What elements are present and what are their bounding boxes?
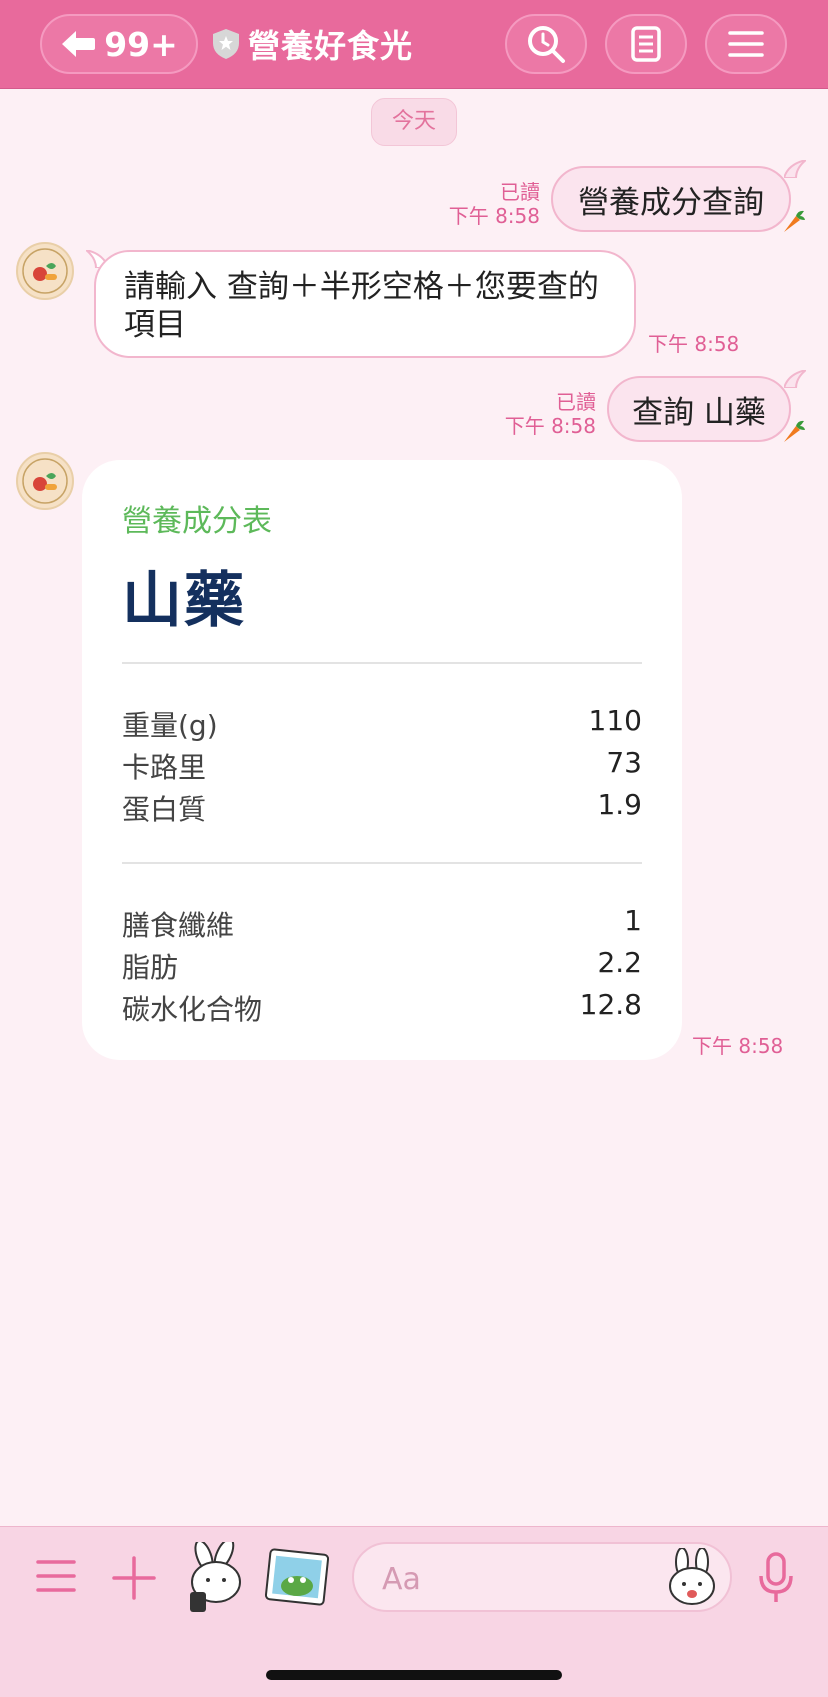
bot-avatar[interactable] (16, 242, 74, 300)
message-input[interactable]: Aa (352, 1542, 732, 1612)
message-time: 下午 8:58 (648, 332, 740, 356)
sticker-icon[interactable] (184, 1542, 250, 1614)
chat-title[interactable]: 營養好食光 (212, 22, 413, 66)
message-text: 營養成分查詢 (578, 184, 764, 221)
nutrient-value: 1.9 (597, 788, 642, 821)
message-time: 下午 8:58 (504, 414, 596, 438)
message-text-line: 項目 (124, 307, 186, 343)
image-picker-icon[interactable] (264, 1548, 330, 1608)
card-kicker: 營養成分表 (122, 504, 272, 539)
nutrient-value: 73 (606, 746, 642, 779)
carrot-icon (784, 210, 805, 232)
plus-icon[interactable] (112, 1556, 156, 1600)
card-food-name: 山藥 (122, 566, 246, 636)
nutrient-label: 重量(g) (122, 709, 218, 742)
incoming-message[interactable]: 請輸入 查詢＋半形空格＋您要查的 項目 (94, 250, 636, 358)
nutrient-value: 1 (624, 904, 642, 937)
message-text: 查詢 山藥 (632, 394, 766, 431)
nutrient-value: 2.2 (597, 946, 642, 979)
hamburger-icon (728, 31, 764, 57)
search-button[interactable] (505, 14, 587, 74)
outgoing-message[interactable]: 營養成分查詢 (551, 166, 791, 232)
message-input-placeholder: Aa (382, 1562, 421, 1597)
message-meta: 已讀 下午 8:58 (449, 180, 540, 228)
nutrient-label: 碳水化合物 (122, 993, 263, 1026)
nutrient-row: 重量(g) 110 (122, 704, 642, 746)
nutrient-value: 12.8 (579, 988, 642, 1021)
home-indicator (266, 1670, 562, 1680)
nutrient-row: 脂肪 2.2 (122, 946, 642, 988)
divider (122, 662, 642, 664)
read-receipt: 已讀 (500, 180, 540, 204)
nutrient-row: 膳食纖維 1 (122, 904, 642, 946)
bubble-tail (784, 160, 806, 178)
arrow-left-icon (62, 31, 96, 57)
date-separator: 今天 (371, 98, 457, 146)
nutrient-label: 膳食纖維 (122, 909, 235, 942)
message-text-line: 請輸入 查詢＋半形空格＋您要查的 (124, 269, 599, 305)
nutrition-card[interactable]: 營養成分表 山藥 重量(g) 110 卡路里 73 蛋白質 1.9 膳食纖維 1… (82, 460, 682, 1060)
logo-icon (22, 458, 68, 504)
bubble-tail (784, 370, 806, 388)
logo-icon (22, 248, 68, 294)
message-time: 下午 8:58 (692, 1034, 784, 1058)
menu-toggle-icon[interactable] (36, 1558, 76, 1594)
unread-count: 99+ (104, 24, 178, 64)
nutrient-label: 卡路里 (122, 751, 207, 784)
emoji-icon[interactable] (666, 1548, 718, 1608)
shield-star-icon (213, 29, 239, 59)
nutrient-label: 蛋白質 (122, 793, 207, 826)
chat-header: 99+ 營養好食光 (0, 0, 828, 89)
nutrient-value: 110 (588, 704, 642, 737)
nutrient-row: 碳水化合物 12.8 (122, 988, 642, 1030)
divider (122, 862, 642, 864)
read-receipt: 已讀 (556, 390, 596, 414)
menu-button[interactable] (705, 14, 787, 74)
message-time: 下午 8:58 (448, 204, 540, 228)
bot-avatar[interactable] (16, 452, 74, 510)
nutrient-row: 蛋白質 1.9 (122, 788, 642, 830)
back-button[interactable]: 99+ (40, 14, 198, 74)
mic-icon[interactable] (758, 1552, 794, 1604)
message-meta: 已讀 下午 8:58 (505, 390, 596, 438)
notes-icon (631, 26, 661, 62)
nutrient-label: 脂肪 (122, 951, 179, 984)
search-icon (528, 26, 565, 63)
nutrient-row: 卡路里 73 (122, 746, 642, 788)
chat-name: 營養好食光 (248, 27, 414, 65)
carrot-icon (784, 420, 805, 442)
notes-button[interactable] (605, 14, 687, 74)
outgoing-message[interactable]: 查詢 山藥 (607, 376, 791, 442)
